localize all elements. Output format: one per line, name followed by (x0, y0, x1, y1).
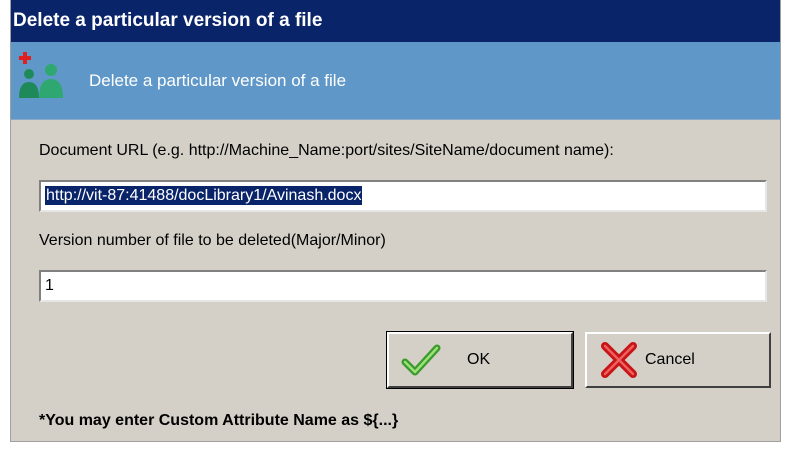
document-url-value: http://vit-87:41488/docLibrary1/Avinash.… (45, 186, 363, 205)
header-banner: Delete a particular version of a file (11, 42, 780, 120)
red-x-icon (601, 342, 637, 378)
version-number-value: 1 (45, 277, 54, 294)
dialog-window: Delete a particular version of a file De… (10, 0, 781, 442)
version-number-label: Version number of file to be deleted(Maj… (39, 232, 386, 249)
ok-button[interactable]: OK (386, 331, 574, 389)
version-number-input[interactable]: 1 (39, 270, 767, 302)
window-titlebar[interactable]: Delete a particular version of a file (11, 0, 780, 42)
document-url-input[interactable]: http://vit-87:41488/docLibrary1/Avinash.… (39, 180, 767, 212)
cancel-button-label: Cancel (645, 351, 695, 368)
banner-title: Delete a particular version of a file (89, 71, 347, 90)
ok-button-label: OK (467, 351, 491, 368)
cancel-button[interactable]: Cancel (585, 332, 771, 388)
checkmark-icon (401, 344, 441, 376)
document-url-label: Document URL (e.g. http://Machine_Name:p… (39, 142, 614, 159)
window-title: Delete a particular version of a file (13, 10, 323, 31)
users-add-icon (19, 52, 63, 98)
custom-attribute-note: *You may enter Custom Attribute Name as … (39, 412, 399, 429)
